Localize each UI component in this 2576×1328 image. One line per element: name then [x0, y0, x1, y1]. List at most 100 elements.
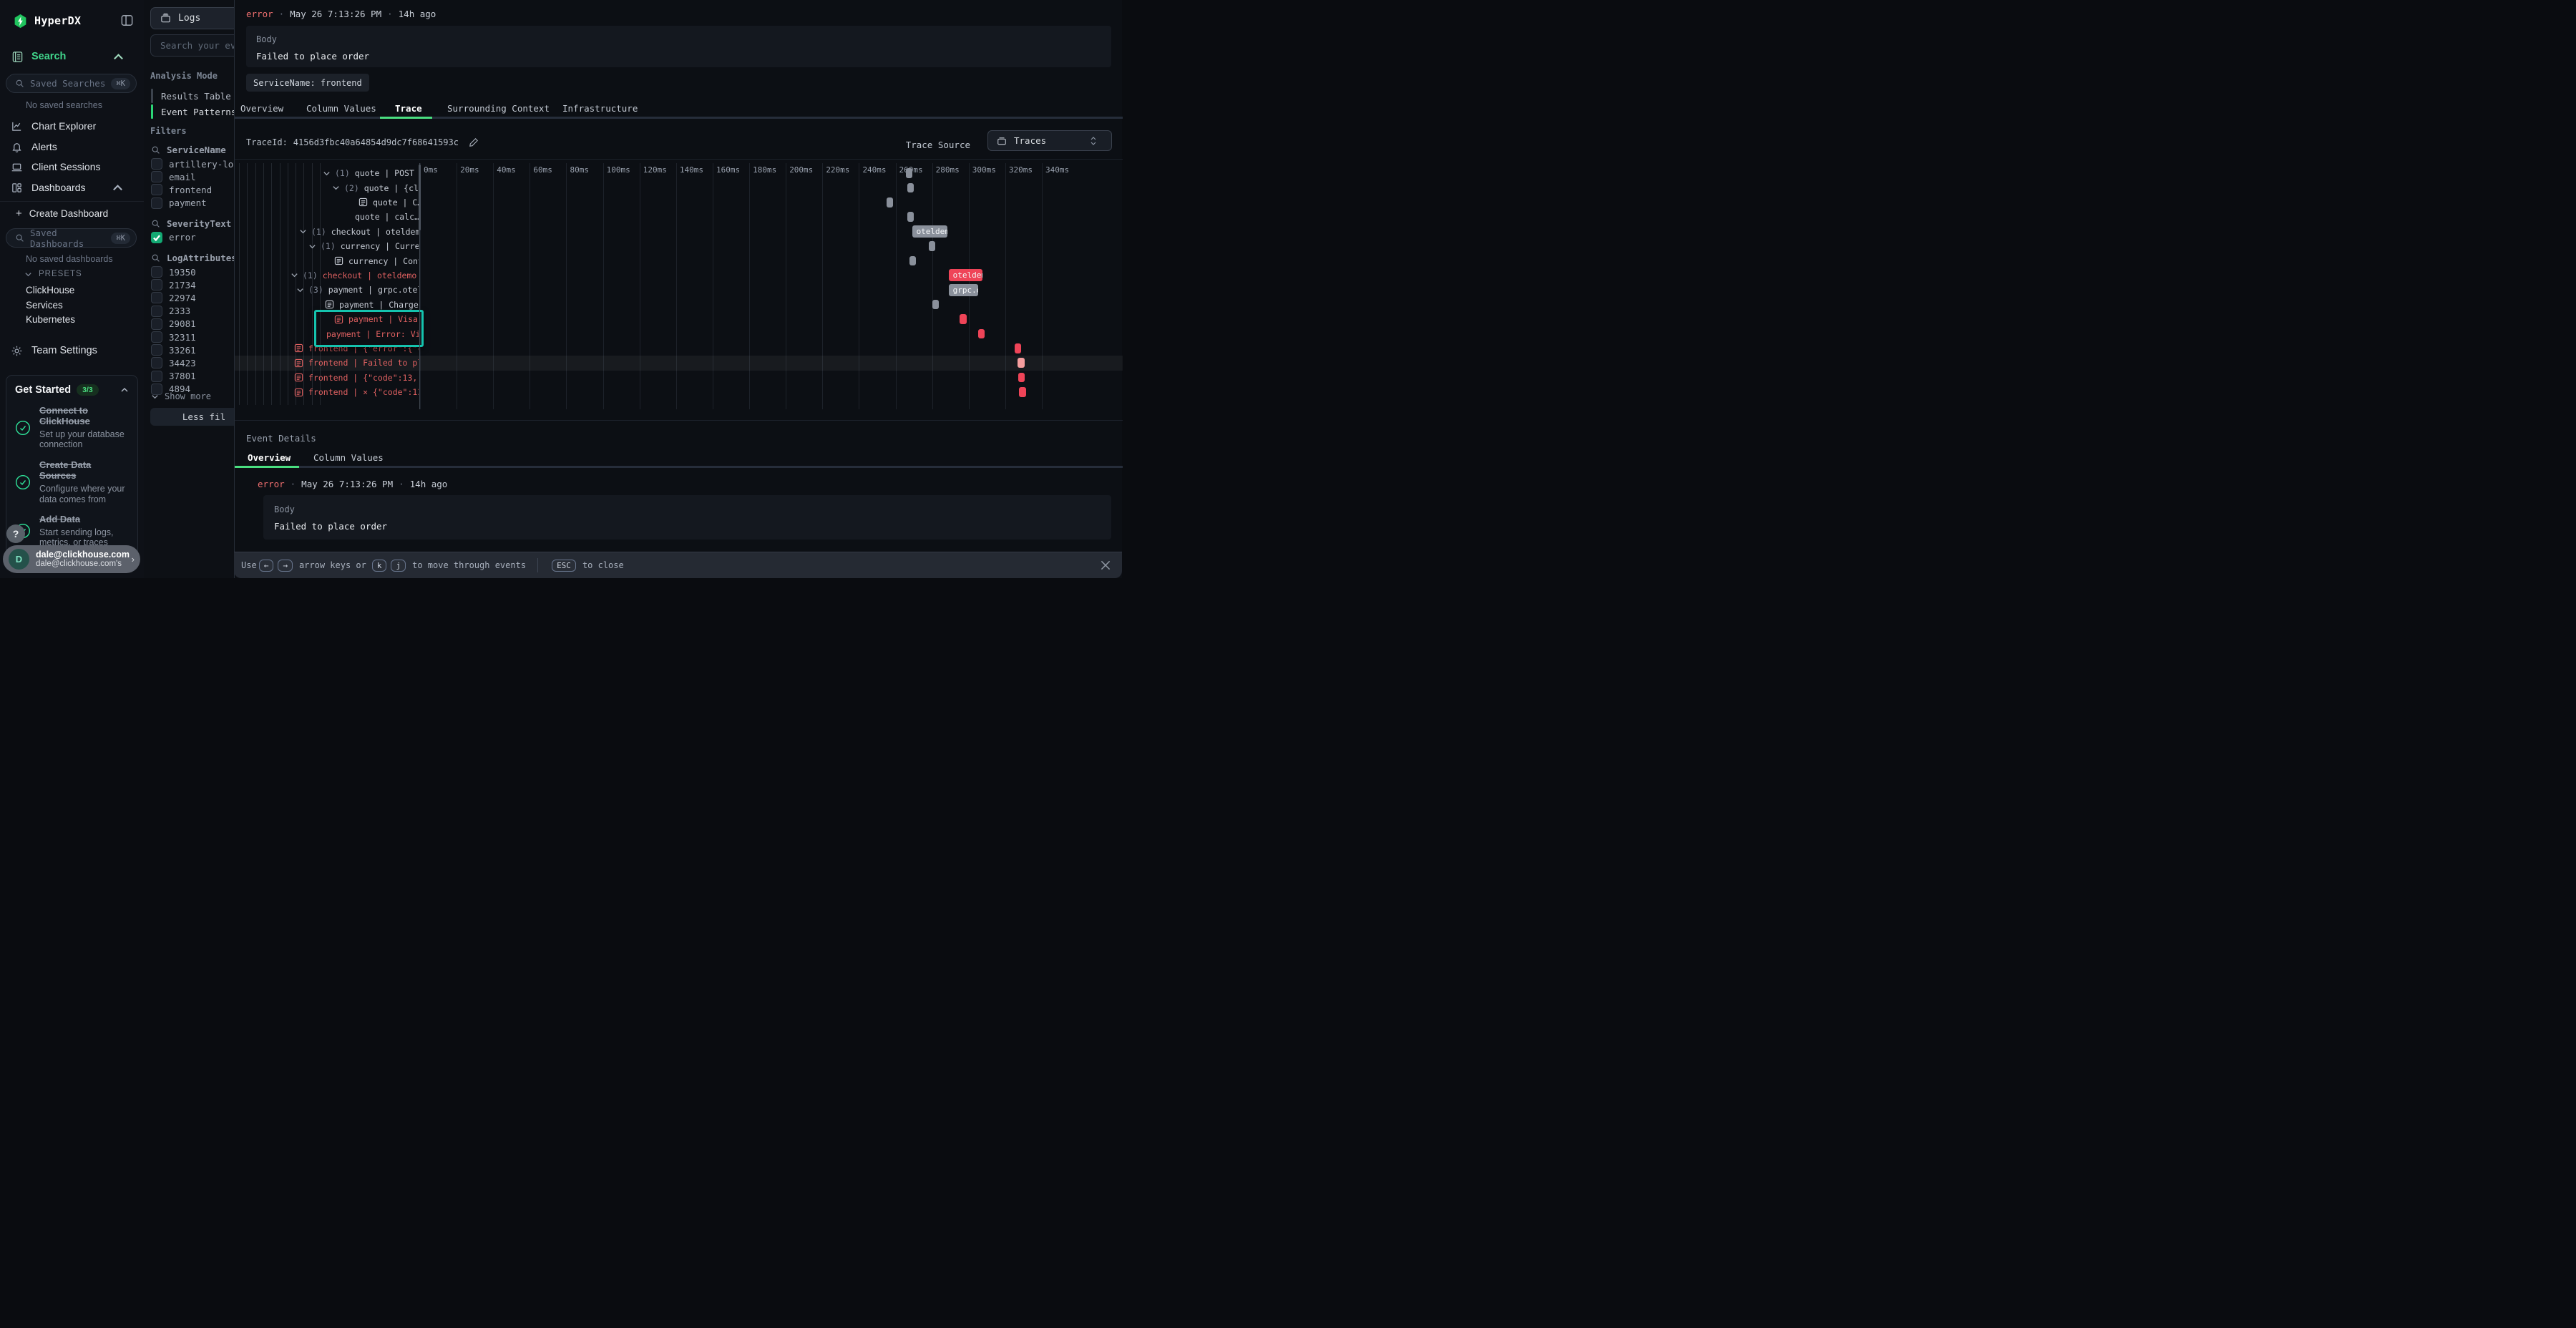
- span-bar[interactable]: [960, 314, 967, 324]
- arrow-right-key[interactable]: →: [278, 560, 293, 572]
- saved-dashboards-input[interactable]: Saved Dashboards ⌘K: [6, 228, 137, 248]
- analysis-mode-results-table[interactable]: Results Table: [151, 89, 231, 103]
- get-started-item[interactable]: Create Data SourcesConfigure where your …: [15, 459, 129, 504]
- span-row[interactable]: (1)checkout | oteldemo.…: [299, 225, 419, 239]
- tab-column-values[interactable]: Column Values: [306, 103, 376, 114]
- checkbox[interactable]: [151, 184, 162, 195]
- preset-item-kubernetes[interactable]: Kubernetes: [26, 314, 75, 325]
- close-icon[interactable]: [1099, 559, 1112, 572]
- source-selector-button[interactable]: Logs: [150, 7, 234, 29]
- tab-trace[interactable]: Trace: [395, 103, 422, 114]
- arrow-left-key[interactable]: ←: [259, 560, 274, 572]
- checkbox[interactable]: [151, 197, 162, 209]
- span-row[interactable]: (2)quote | {cl…: [332, 180, 419, 195]
- span-row[interactable]: quote | C…: [358, 195, 419, 210]
- user-menu[interactable]: D dale@clickhouse.com dale@clickhouse.co…: [3, 545, 140, 573]
- span-row[interactable]: frontend | Failed to place…: [294, 356, 419, 370]
- span-bar-labeled[interactable]: oteldemo: [949, 269, 982, 281]
- sidebar-collapse-icon[interactable]: [120, 14, 134, 27]
- sidebar-item-chart-explorer[interactable]: Chart Explorer: [0, 116, 144, 136]
- span-bar[interactable]: [978, 329, 985, 339]
- checkbox[interactable]: [151, 232, 162, 243]
- checkbox[interactable]: [151, 279, 162, 290]
- sidebar-item-search[interactable]: Search: [0, 47, 144, 66]
- span-bar[interactable]: [906, 168, 912, 178]
- span-row[interactable]: currency | Conv…: [334, 253, 419, 268]
- filter-option-37801[interactable]: 37801: [151, 371, 196, 382]
- filter-option-2333[interactable]: 2333: [151, 306, 190, 317]
- chevron-down-icon[interactable]: [332, 184, 340, 192]
- ed-tab-overview[interactable]: Overview: [248, 452, 291, 463]
- checkbox[interactable]: [151, 357, 162, 368]
- scrollbar-thumb[interactable]: [419, 165, 421, 230]
- span-bar-labeled[interactable]: oteldemo: [912, 225, 948, 238]
- span-bar-labeled[interactable]: grpc.o: [949, 284, 978, 296]
- esc-key[interactable]: ESC: [552, 560, 576, 572]
- checkbox[interactable]: [151, 344, 162, 356]
- sidebar-item-client-sessions[interactable]: Client Sessions: [0, 157, 144, 177]
- show-more-toggle[interactable]: Show more: [151, 391, 211, 401]
- sidebar-item-team-settings[interactable]: Team Settings: [0, 341, 144, 361]
- get-started-header[interactable]: Get Started 3/3: [15, 384, 129, 396]
- get-started-item[interactable]: Connect to ClickHouseSet up your databas…: [15, 405, 129, 450]
- span-bar[interactable]: [907, 183, 914, 193]
- chevron-down-icon[interactable]: [299, 228, 307, 235]
- tab-surrounding-context[interactable]: Surrounding Context: [447, 103, 550, 114]
- j-key[interactable]: j: [391, 560, 406, 572]
- sidebar-item-dashboards[interactable]: Dashboards: [0, 177, 144, 197]
- span-row[interactable]: (3)payment | grpc.oteld…: [296, 283, 419, 297]
- span-bar[interactable]: [907, 212, 914, 222]
- span-row[interactable]: (1)checkout | oteldemo.Pa…: [291, 268, 419, 283]
- help-button[interactable]: ?: [6, 524, 25, 543]
- saved-searches-input[interactable]: Saved Searches ⌘K: [6, 74, 137, 93]
- analysis-mode-event-patterns[interactable]: Event Patterns: [151, 104, 234, 119]
- filter-group-servicename[interactable]: ServiceName: [151, 145, 226, 155]
- span-bar[interactable]: [1018, 358, 1025, 368]
- checkbox[interactable]: [151, 158, 162, 170]
- span-row[interactable]: (1)quote | POST …: [323, 166, 419, 180]
- filter-group-severitytext[interactable]: SeverityText: [151, 218, 231, 229]
- less-filters-button[interactable]: Less fil: [150, 408, 234, 426]
- filter-option-frontend[interactable]: frontend: [151, 184, 212, 195]
- get-started-item[interactable]: Add DataStart sending logs, metrics, or …: [15, 514, 129, 548]
- span-row[interactable]: frontend | {"code":13,"det…: [294, 371, 419, 385]
- tab-infrastructure[interactable]: Infrastructure: [562, 103, 638, 114]
- checkbox[interactable]: [151, 331, 162, 343]
- sidebar-item-alerts[interactable]: Alerts: [0, 137, 144, 157]
- trace-source-dropdown[interactable]: Traces: [987, 130, 1112, 151]
- k-key[interactable]: k: [372, 560, 387, 572]
- span-bar[interactable]: [929, 241, 935, 251]
- span-bar[interactable]: [1019, 387, 1026, 397]
- checkbox[interactable]: [151, 318, 162, 330]
- filter-option-19350[interactable]: 19350: [151, 266, 196, 278]
- span-row[interactable]: quote | calc…: [355, 210, 419, 224]
- checkbox[interactable]: [151, 171, 162, 182]
- checkbox[interactable]: [151, 292, 162, 303]
- checkbox[interactable]: [151, 266, 162, 278]
- chevron-down-icon[interactable]: [291, 271, 298, 279]
- create-dashboard-button[interactable]: + Create Dashboard: [16, 208, 108, 220]
- checkbox[interactable]: [151, 306, 162, 317]
- filter-option-artillery-loa[interactable]: artillery-loa: [151, 158, 234, 170]
- filter-group-logattributes[interactable]: LogAttributes: [151, 253, 234, 263]
- filter-option-29081[interactable]: 29081: [151, 318, 196, 330]
- span-bar[interactable]: [887, 197, 893, 208]
- span-bar[interactable]: [1015, 343, 1021, 353]
- preset-item-services[interactable]: Services: [26, 300, 63, 311]
- filter-option-payment[interactable]: payment: [151, 197, 207, 209]
- filter-option-error[interactable]: error: [151, 232, 196, 243]
- tab-overview[interactable]: Overview: [240, 103, 283, 114]
- ed-tab-column-values[interactable]: Column Values: [313, 452, 384, 463]
- chevron-down-icon[interactable]: [296, 286, 304, 294]
- presets-toggle[interactable]: PRESETS: [24, 270, 82, 278]
- filter-option-34423[interactable]: 34423: [151, 357, 196, 368]
- filter-option-22974[interactable]: 22974: [151, 292, 196, 303]
- filter-option-email[interactable]: email: [151, 171, 196, 182]
- chevron-down-icon[interactable]: [308, 243, 316, 250]
- span-bar[interactable]: [1018, 373, 1025, 383]
- chevron-down-icon[interactable]: [323, 170, 331, 177]
- edit-pencil-icon[interactable]: [469, 137, 479, 147]
- service-name-chip[interactable]: ServiceName: frontend: [246, 74, 369, 92]
- chevron-up-icon[interactable]: [120, 386, 129, 394]
- span-bar[interactable]: [909, 256, 916, 266]
